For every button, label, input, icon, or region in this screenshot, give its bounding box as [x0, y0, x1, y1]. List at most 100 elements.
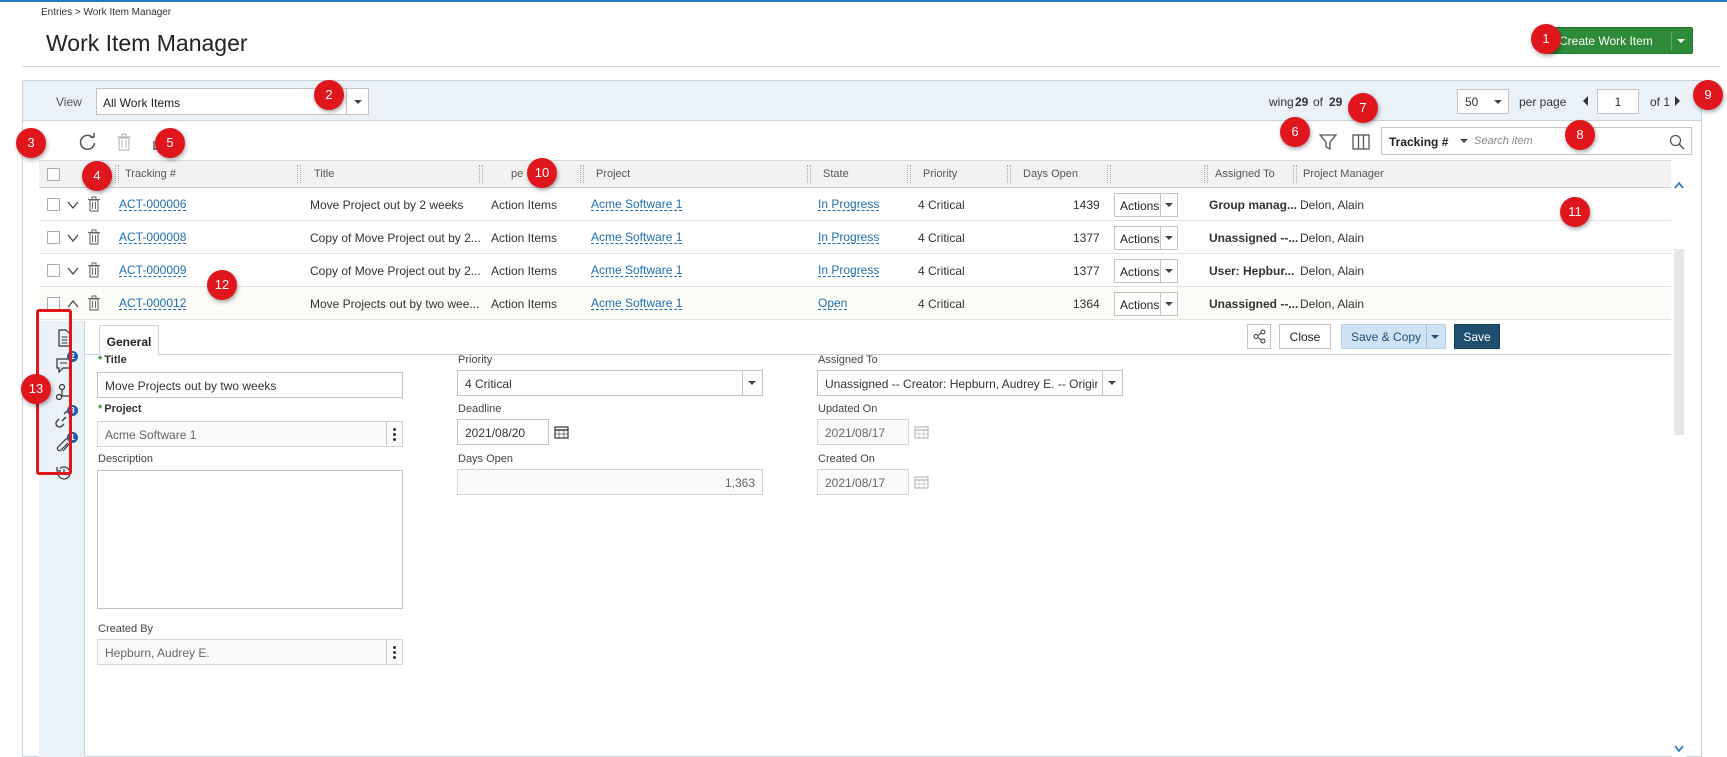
- trash-icon[interactable]: [87, 295, 101, 311]
- project-link[interactable]: Acme Software 1: [591, 231, 683, 244]
- save-and-copy-button[interactable]: Save & Copy: [1341, 324, 1446, 349]
- trash-icon[interactable]: [114, 132, 134, 152]
- page-number-input[interactable]: 1: [1597, 89, 1639, 114]
- column-resize-handle[interactable]: [807, 165, 811, 183]
- row-type: Action Items: [491, 264, 558, 278]
- project-link[interactable]: Acme Software 1: [591, 297, 683, 310]
- share-button[interactable]: [1247, 324, 1271, 349]
- tracking-link[interactable]: ACT-000008: [119, 231, 187, 244]
- table-row-expanded[interactable]: ACT-000012 Move Projects out by two wee.…: [39, 287, 1671, 320]
- row-actions-button[interactable]: Actions: [1114, 226, 1178, 250]
- save-button[interactable]: Save: [1454, 324, 1500, 349]
- refresh-icon[interactable]: [78, 132, 98, 152]
- chevron-down-icon[interactable]: [1460, 139, 1468, 143]
- detail-tab-bar: General Close Save & Copy Save: [85, 321, 1671, 356]
- chevron-down-icon[interactable]: [67, 199, 79, 211]
- search-icon[interactable]: [1669, 134, 1685, 150]
- select-all-checkbox[interactable]: [47, 168, 60, 181]
- next-page-icon[interactable]: [1675, 96, 1680, 106]
- title-input[interactable]: Move Projects out by two weeks: [97, 372, 403, 398]
- tab-general[interactable]: General: [99, 325, 159, 356]
- tracking-link[interactable]: ACT-000006: [119, 198, 187, 211]
- actions-label: Actions: [1120, 232, 1160, 246]
- col-header-project-manager[interactable]: Project Manager: [1303, 168, 1384, 180]
- scroll-thumb[interactable]: [1674, 249, 1684, 435]
- table-row[interactable]: ACT-000009 Copy of Move Project out by 2…: [39, 254, 1671, 287]
- filter-icon[interactable]: [1318, 132, 1338, 152]
- search-field-selector[interactable]: Tracking #: [1389, 135, 1448, 149]
- project-link[interactable]: Acme Software 1: [591, 264, 683, 277]
- created-by-field[interactable]: Hepburn, Audrey E.: [97, 639, 403, 665]
- view-dropdown-button[interactable]: [346, 89, 368, 114]
- row-type: Action Items: [491, 231, 558, 245]
- row-checkbox[interactable]: [47, 198, 60, 211]
- calendar-icon[interactable]: [554, 425, 569, 439]
- project-field[interactable]: Acme Software 1: [97, 421, 403, 447]
- row-actions-button[interactable]: Actions: [1114, 193, 1178, 217]
- showing-count: 29: [1295, 95, 1309, 109]
- col-header-priority[interactable]: Priority: [923, 168, 957, 180]
- column-resize-handle[interactable]: [479, 165, 483, 183]
- col-header-tracking[interactable]: Tracking #: [125, 168, 176, 180]
- create-work-item-button[interactable]: Create Work Item: [1548, 27, 1693, 54]
- state-link[interactable]: Open: [818, 297, 848, 310]
- days-open-value: 1,363: [724, 476, 755, 490]
- callout-marker-4: 4: [82, 161, 112, 191]
- column-resize-handle[interactable]: [1204, 165, 1208, 183]
- trash-icon[interactable]: [87, 262, 101, 278]
- trash-icon[interactable]: [87, 229, 101, 245]
- col-header-state[interactable]: State: [823, 168, 849, 180]
- scroll-up-icon[interactable]: [1674, 181, 1684, 189]
- close-button[interactable]: Close: [1279, 324, 1331, 349]
- project-label: Project: [98, 403, 141, 415]
- callout-marker-3: 3: [16, 128, 46, 158]
- row-assigned-to: Unassigned --...: [1209, 231, 1299, 245]
- priority-select[interactable]: 4 Critical: [457, 370, 763, 396]
- column-resize-handle[interactable]: [115, 165, 119, 183]
- more-options-icon[interactable]: [386, 640, 402, 664]
- chevron-down-icon[interactable]: [1677, 39, 1685, 43]
- trash-icon[interactable]: [87, 196, 101, 212]
- description-textarea[interactable]: [97, 470, 403, 609]
- scroll-down-icon[interactable]: [1674, 745, 1684, 753]
- col-header-title[interactable]: Title: [314, 168, 334, 180]
- col-header-days-open[interactable]: Days Open: [1023, 168, 1078, 180]
- more-options-icon[interactable]: [386, 422, 402, 446]
- column-resize-handle[interactable]: [580, 165, 584, 183]
- column-resize-handle[interactable]: [1007, 165, 1011, 183]
- top-accent-line: [0, 0, 1727, 2]
- chevron-down-icon[interactable]: [67, 232, 79, 244]
- callout-marker-6: 6: [1280, 117, 1310, 147]
- row-actions-button[interactable]: Actions: [1114, 259, 1178, 283]
- chevron-down-icon[interactable]: [67, 265, 79, 277]
- deadline-input[interactable]: 2021/08/20: [457, 419, 549, 445]
- project-link[interactable]: Acme Software 1: [591, 198, 683, 211]
- row-checkbox[interactable]: [47, 264, 60, 277]
- table-row[interactable]: ACT-000008 Copy of Move Project out by 2…: [39, 221, 1671, 254]
- tracking-link[interactable]: ACT-000009: [119, 264, 187, 277]
- column-resize-handle[interactable]: [1107, 165, 1111, 183]
- save-and-copy-label: Save & Copy: [1351, 330, 1422, 344]
- tracking-link[interactable]: ACT-000012: [119, 297, 187, 310]
- state-link[interactable]: In Progress: [818, 198, 880, 211]
- chevron-down-icon: [1165, 236, 1173, 240]
- column-resize-handle[interactable]: [907, 165, 911, 183]
- chevron-down-icon[interactable]: [1431, 335, 1439, 339]
- search-input[interactable]: Tracking # Search item: [1381, 127, 1692, 155]
- col-header-type[interactable]: pe: [511, 168, 523, 180]
- row-checkbox[interactable]: [47, 231, 60, 244]
- state-link[interactable]: In Progress: [818, 231, 880, 244]
- priority-select-value: 4 Critical: [465, 377, 512, 391]
- col-header-assigned-to[interactable]: Assigned To: [1215, 168, 1275, 180]
- table-row[interactable]: ACT-000006 Move Project out by 2 weeks A…: [39, 188, 1671, 221]
- column-resize-handle[interactable]: [297, 165, 301, 183]
- col-header-project[interactable]: Project: [596, 168, 630, 180]
- state-link[interactable]: In Progress: [818, 264, 880, 277]
- assigned-to-select[interactable]: Unassigned -- Creator: Hepburn, Audrey E…: [817, 370, 1123, 396]
- callout-marker-9: 9: [1693, 80, 1723, 110]
- per-page-select[interactable]: 50: [1457, 89, 1509, 114]
- row-actions-button[interactable]: Actions: [1114, 292, 1178, 316]
- prev-page-icon[interactable]: [1583, 96, 1588, 106]
- column-resize-handle[interactable]: [1293, 165, 1297, 183]
- columns-icon[interactable]: [1351, 132, 1371, 152]
